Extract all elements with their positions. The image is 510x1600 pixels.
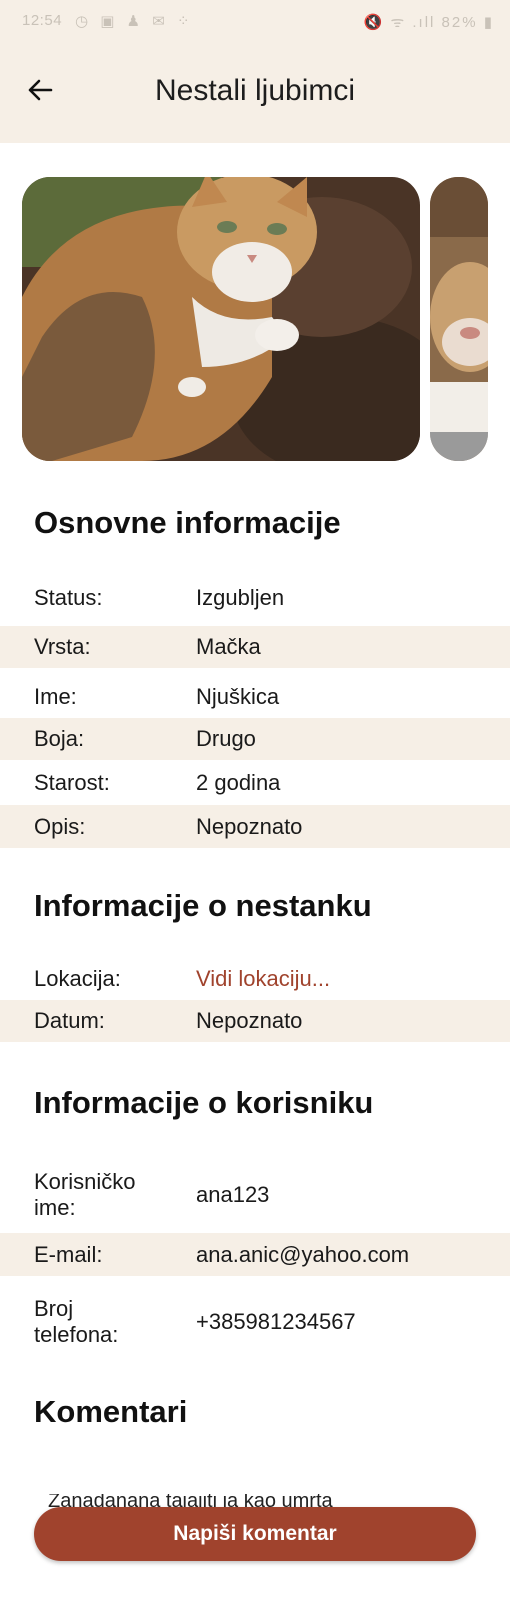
row-value: Nepoznato xyxy=(196,813,303,839)
info-row-species: Vrsta: Mačka xyxy=(0,626,510,668)
info-row-email: E-mail: ana.anic@yahoo.com xyxy=(0,1233,510,1276)
row-value: Izgubljen xyxy=(196,585,285,610)
info-row-date: Datum: Nepoznato xyxy=(0,1000,510,1042)
section-title-basic-info: Osnovne informacije xyxy=(34,505,341,540)
row-label: Korisničko ime: xyxy=(34,1169,136,1220)
row-value: ana.anic@yahoo.com xyxy=(196,1241,410,1267)
row-value: Njuškica xyxy=(196,684,280,709)
info-row-phone: Broj telefona: +385981234567 xyxy=(0,1290,510,1354)
status-time: 12:54 xyxy=(22,12,63,29)
row-value: ana123 xyxy=(196,1182,270,1207)
view-location-link[interactable]: Vidi lokaciju... xyxy=(196,966,330,992)
row-value: 2 godina xyxy=(196,770,281,795)
row-label: E-mail: xyxy=(34,1241,103,1267)
info-row-status: Status: Izgubljen xyxy=(0,577,510,619)
status-bar: 12:54 ◷ ▣ ♟ ✉ ⁘ 🔇 ᯤ .ıll 82% ▮ xyxy=(0,0,510,40)
app-bar: Nestali ljubimci xyxy=(0,40,510,143)
section-title-user-info: Informacije o korisniku xyxy=(34,1085,374,1120)
cat-photo[interactable] xyxy=(22,177,420,461)
cat-photo-partial[interactable] xyxy=(430,177,488,461)
row-value: Drugo xyxy=(196,726,256,751)
info-row-name: Ime: Njuškica xyxy=(0,676,510,718)
row-label: Vrsta: xyxy=(34,634,91,659)
row-label: Ime: xyxy=(34,684,77,709)
row-value: Nepoznato xyxy=(196,1008,303,1033)
row-label: Datum: xyxy=(34,1008,105,1033)
row-value: +385981234567 xyxy=(196,1309,356,1334)
row-label: Starost: xyxy=(34,770,110,795)
section-title-missing-info: Informacije o nestanku xyxy=(34,888,372,923)
info-row-description: Opis: Nepoznato xyxy=(0,805,510,848)
row-label: Lokacija: xyxy=(34,966,121,991)
info-row-username: Korisničko ime: ana123 xyxy=(0,1163,510,1227)
row-label: Opis: xyxy=(34,813,86,839)
info-row-location: Lokacija: Vidi lokaciju... xyxy=(0,958,510,1000)
row-label: Boja: xyxy=(34,726,85,751)
info-row-color: Boja: Drugo xyxy=(0,718,510,760)
write-comment-button[interactable]: Napiši komentar xyxy=(34,1507,476,1561)
row-label: Status: xyxy=(34,585,103,610)
notification-icons: ◷ ▣ ♟ ✉ ⁘ xyxy=(75,13,194,30)
info-row-age: Starost: 2 godina xyxy=(0,762,510,804)
page-title: Nestali ljubimci xyxy=(154,74,356,107)
section-title-comments: Komentari xyxy=(34,1394,188,1429)
row-label: Broj telefona: xyxy=(34,1296,119,1347)
row-value: Mačka xyxy=(196,634,261,659)
system-icons: 🔇 ᯤ .ıll 82% ▮ xyxy=(363,14,494,31)
comment-preview: Zanadanana tajajiti ja kao umrta xyxy=(48,1494,333,1508)
photo-gallery[interactable] xyxy=(22,177,510,461)
